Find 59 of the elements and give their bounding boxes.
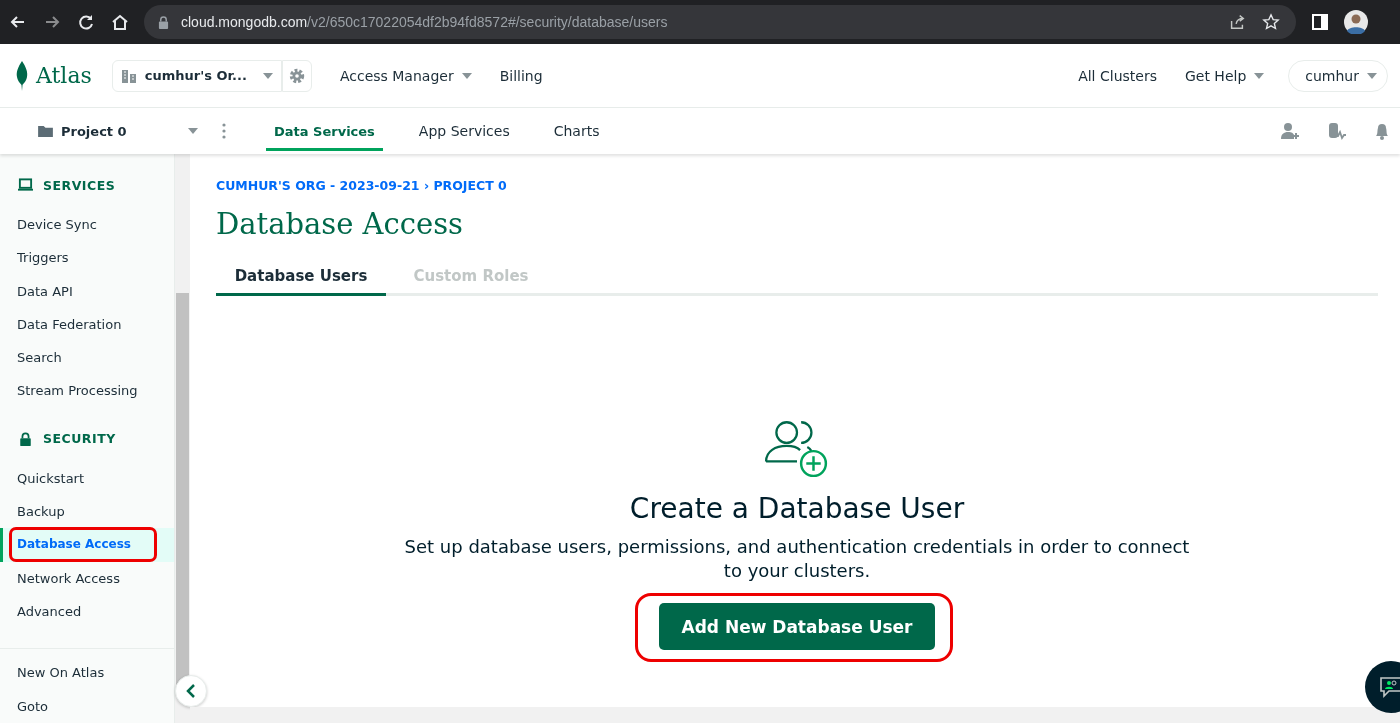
nav-link[interactable]: Get Help [1184, 67, 1265, 84]
section-heading: SERVICES [43, 177, 116, 193]
empty-state-description: Set up database users, permissions, and authentication credentials in order to connect to your clusters. [403, 535, 1191, 583]
chat-icon [1379, 676, 1400, 698]
sidebar-item[interactable]: Goto [0, 689, 174, 723]
sidebar-item[interactable]: Database Access [0, 528, 174, 562]
empty-state-heading: Create a Database User [629, 492, 965, 525]
scrollbar[interactable] [175, 154, 190, 723]
nav-link[interactable]: Access Manager [339, 67, 472, 84]
atlas-logo[interactable]: Atlas [16, 60, 92, 91]
url-host: cloud.mongodb.com [181, 14, 308, 30]
nav-link[interactable]: Billing [499, 67, 543, 84]
sidebar-item[interactable]: Advanced [0, 594, 174, 629]
caret-icon [262, 72, 273, 79]
star-icon[interactable] [1262, 13, 1280, 31]
lock-icon [18, 431, 33, 446]
scrollbar[interactable] [190, 707, 1400, 723]
nav-link[interactable]: All Clusters [1078, 67, 1157, 84]
product-tab[interactable]: App Services [410, 111, 518, 151]
add-user-button[interactable]: Add New Database User [659, 603, 935, 650]
section-heading: SECURITY [43, 431, 116, 447]
address-bar[interactable]: cloud.mongodb.com/v2/650c17022054df2b94fd8572#/security/database/users [144, 5, 1296, 39]
side-panel-icon[interactable] [1310, 12, 1330, 32]
sidebar-item[interactable]: Quickstart [0, 461, 174, 496]
settings-icon [287, 66, 306, 85]
add-user-icon[interactable] [1280, 121, 1300, 141]
product-tab[interactable]: Data Services [266, 111, 383, 151]
sidebar-item[interactable]: Triggers [0, 241, 174, 275]
url-path: /v2/650c17022054df2b94fd8572#/security/database/users [307, 14, 668, 30]
project-selector[interactable]: Project 0 [0, 123, 198, 139]
caret-icon [1367, 72, 1377, 79]
tab[interactable]: Database Users [216, 267, 386, 296]
lock-icon [158, 15, 169, 29]
sidebar-item[interactable]: Backup [0, 495, 174, 529]
caret-icon [1254, 72, 1265, 79]
avatar-icon[interactable] [1344, 10, 1368, 34]
sidebar-item[interactable]: Search [0, 341, 174, 375]
org-selector[interactable]: cumhur's Or... [111, 59, 282, 92]
home-icon[interactable] [110, 12, 130, 32]
sidebar-item[interactable]: Network Access [0, 561, 174, 595]
product-tab[interactable]: Charts [545, 111, 608, 151]
sidebar-item[interactable]: Stream Processing [0, 374, 174, 408]
breadcrumb[interactable]: CUMHUR'S ORG - 2023-09-21 › PROJECT 0 [216, 178, 1378, 193]
caret-icon [461, 72, 472, 79]
laptop-icon [18, 178, 33, 192]
caret-icon [188, 128, 198, 134]
building-icon [120, 67, 137, 84]
logo-text: Atlas [36, 63, 92, 88]
share-icon[interactable] [1228, 13, 1246, 31]
settings-button[interactable] [281, 59, 312, 92]
sidebar-item[interactable]: Device Sync [0, 208, 174, 242]
folder-icon [38, 125, 53, 137]
sidebar-item[interactable]: New On Atlas [0, 656, 174, 690]
page-title: Database Access [216, 207, 464, 241]
more-icon[interactable] [222, 123, 226, 139]
activity-icon[interactable] [1326, 121, 1346, 141]
sidebar-item[interactable]: Data Federation [0, 307, 174, 342]
chevron-left-icon [186, 684, 196, 698]
sidebar-item[interactable]: Data API [0, 274, 174, 308]
